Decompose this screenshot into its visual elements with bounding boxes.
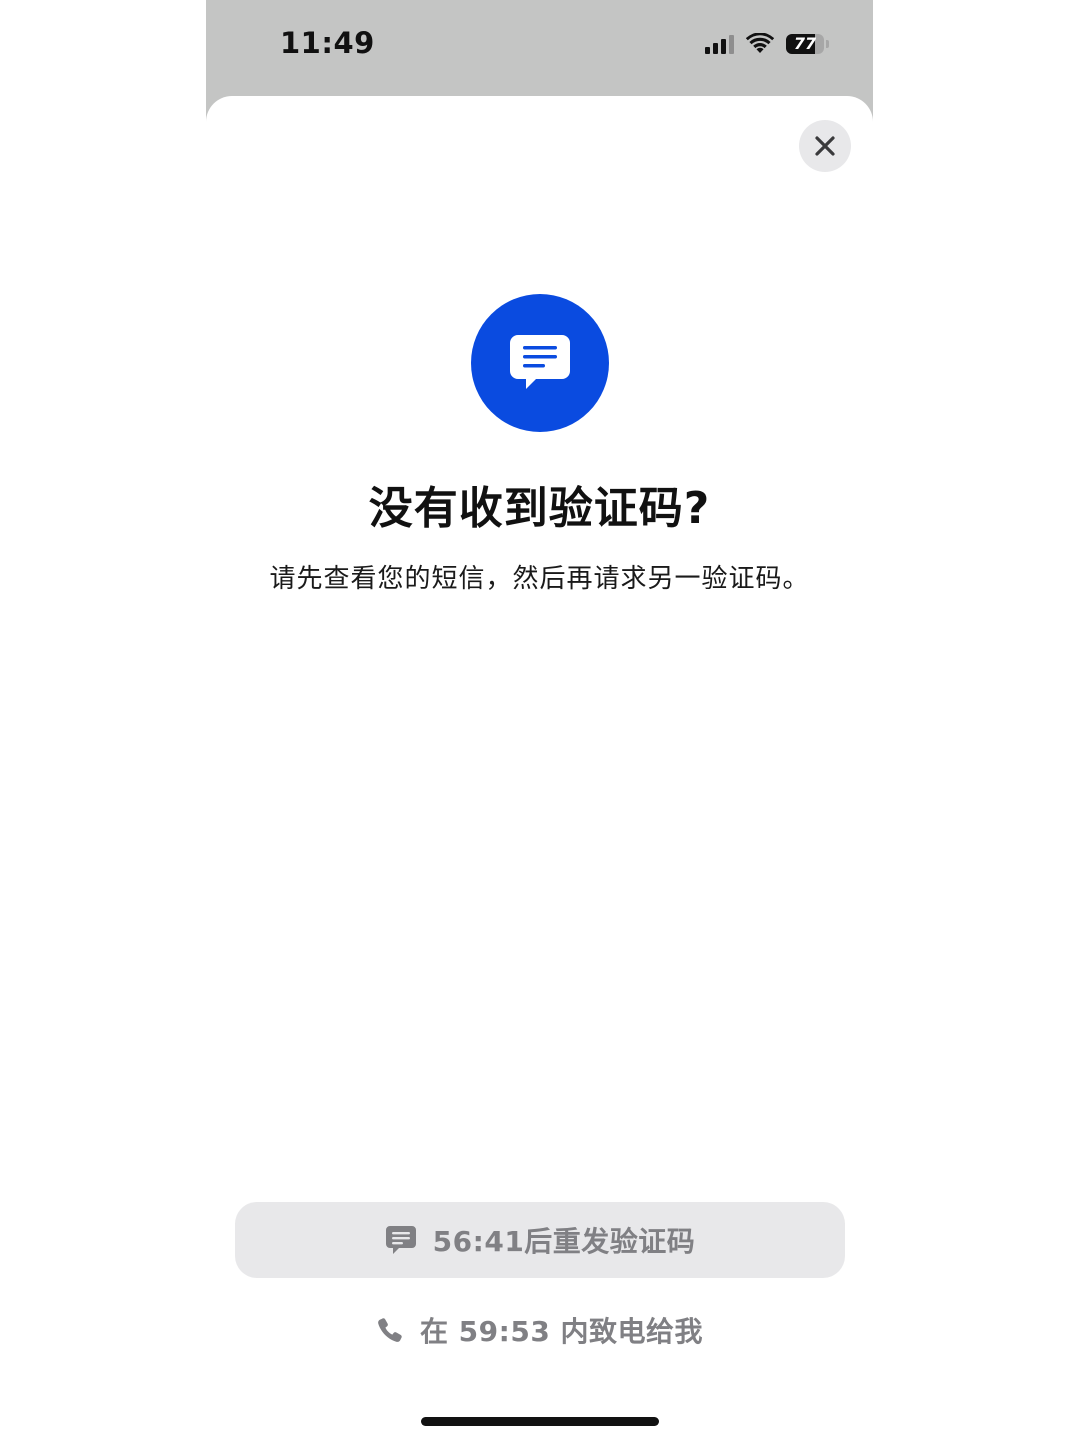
status-bar: 11:49 77 <box>206 0 873 90</box>
cellular-signal-icon <box>705 34 734 54</box>
home-indicator[interactable] <box>421 1417 659 1426</box>
call-me-button[interactable]: 在 59:53 内致电给我 <box>206 1302 873 1358</box>
page-title: 没有收到验证码? <box>368 483 711 534</box>
status-time: 11:49 <box>280 26 375 60</box>
call-me-label: 在 59:53 内致电给我 <box>419 1315 704 1348</box>
page-subtitle: 请先查看您的短信，然后再请求另一验证码。 <box>269 564 810 594</box>
close-button[interactable] <box>799 120 851 172</box>
resend-code-label: 56:41后重发验证码 <box>432 1225 696 1258</box>
phone-screen: 11:49 77 没有收到验证码? 请先查看您的短信，然后再请求另一验证码。 5… <box>206 0 873 1440</box>
message-icon <box>385 1226 416 1254</box>
close-icon <box>815 136 835 156</box>
bottom-sheet: 没有收到验证码? 请先查看您的短信，然后再请求另一验证码。 56:41后重发验证… <box>206 96 873 1440</box>
battery-tip <box>826 40 829 48</box>
resend-code-button[interactable]: 56:41后重发验证码 <box>235 1202 845 1278</box>
phone-icon <box>378 1318 402 1342</box>
status-icons: 77 <box>705 30 829 58</box>
wifi-icon <box>746 33 774 53</box>
battery-icon: 77 <box>786 34 824 54</box>
battery-percent: 77 <box>793 34 817 53</box>
message-bubble-icon <box>471 294 609 432</box>
